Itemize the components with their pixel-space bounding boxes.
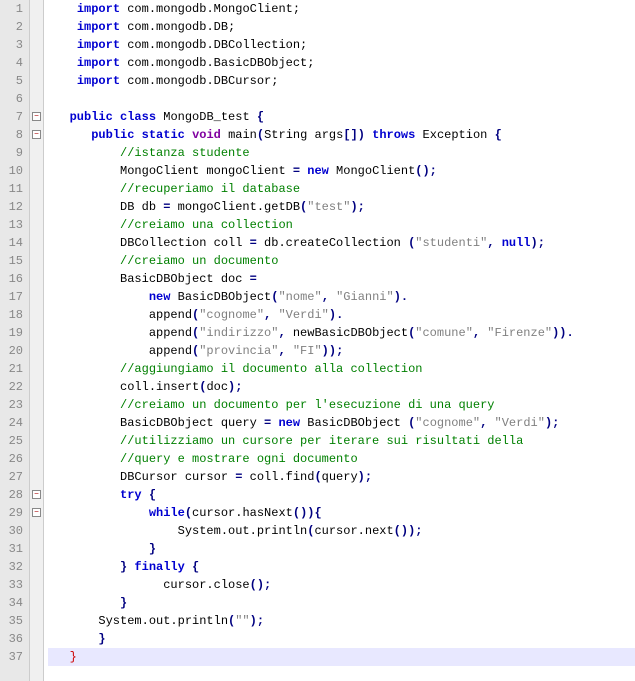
code-line[interactable]: DB db = mongoClient.getDB("test"); [48, 198, 635, 216]
line-number: 2 [0, 18, 23, 36]
line-number: 15 [0, 252, 23, 270]
line-number: 8 [0, 126, 23, 144]
fold-toggle[interactable]: − [32, 130, 41, 139]
code-line[interactable]: import com.mongodb.BasicDBObject; [48, 54, 635, 72]
code-line[interactable]: while(cursor.hasNext()){ [48, 504, 635, 522]
line-number: 30 [0, 522, 23, 540]
code-line[interactable]: //utilizziamo un cursore per iterare sui… [48, 432, 635, 450]
code-line[interactable]: //aggiungiamo il documento alla collecti… [48, 360, 635, 378]
code-line[interactable]: import com.mongodb.DBCollection; [48, 36, 635, 54]
line-number: 13 [0, 216, 23, 234]
line-number: 24 [0, 414, 23, 432]
line-number: 31 [0, 540, 23, 558]
line-number: 9 [0, 144, 23, 162]
line-number: 6 [0, 90, 23, 108]
code-line[interactable]: import com.mongodb.DBCursor; [48, 72, 635, 90]
line-number: 3 [0, 36, 23, 54]
code-line[interactable]: DBCursor cursor = coll.find(query); [48, 468, 635, 486]
fold-toggle[interactable]: − [32, 112, 41, 121]
line-number: 33 [0, 576, 23, 594]
line-number: 19 [0, 324, 23, 342]
code-line[interactable]: import com.mongodb.DB; [48, 18, 635, 36]
line-number: 35 [0, 612, 23, 630]
code-line[interactable]: DBCollection coll = db.createCollection … [48, 234, 635, 252]
code-line[interactable]: import com.mongodb.MongoClient; [48, 0, 635, 18]
line-number: 27 [0, 468, 23, 486]
code-line[interactable]: public class MongoDB_test { [48, 108, 635, 126]
code-line[interactable]: //recuperiamo il database [48, 180, 635, 198]
line-number: 17 [0, 288, 23, 306]
fold-toggle[interactable]: − [32, 490, 41, 499]
line-number: 10 [0, 162, 23, 180]
code-line[interactable]: } [48, 540, 635, 558]
line-number: 23 [0, 396, 23, 414]
code-line[interactable]: BasicDBObject doc = [48, 270, 635, 288]
line-number: 25 [0, 432, 23, 450]
code-line[interactable]: new BasicDBObject("nome", "Gianni"). [48, 288, 635, 306]
line-number: 5 [0, 72, 23, 90]
line-number: 29 [0, 504, 23, 522]
line-number: 1 [0, 0, 23, 18]
line-number: 4 [0, 54, 23, 72]
line-number: 34 [0, 594, 23, 612]
line-number: 36 [0, 630, 23, 648]
code-line[interactable]: append("provincia", "FI")); [48, 342, 635, 360]
code-line[interactable]: //creiamo un documento [48, 252, 635, 270]
line-number: 22 [0, 378, 23, 396]
code-line[interactable]: //query e mostrare ogni documento [48, 450, 635, 468]
code-line[interactable]: cursor.close(); [48, 576, 635, 594]
line-number: 32 [0, 558, 23, 576]
code-line[interactable]: MongoClient mongoClient = new MongoClien… [48, 162, 635, 180]
line-number: 37 [0, 648, 23, 666]
fold-gutter: − − − − [30, 0, 44, 681]
code-line[interactable]: //creiamo una collection [48, 216, 635, 234]
line-number-gutter: 1234567891011121314151617181920212223242… [0, 0, 30, 681]
code-line[interactable] [48, 90, 635, 108]
line-number: 26 [0, 450, 23, 468]
code-line[interactable]: BasicDBObject query = new BasicDBObject … [48, 414, 635, 432]
code-line[interactable]: } [48, 648, 635, 666]
code-line[interactable]: System.out.println(cursor.next()); [48, 522, 635, 540]
line-number: 16 [0, 270, 23, 288]
code-line[interactable]: public static void main(String args[]) t… [48, 126, 635, 144]
code-line[interactable]: coll.insert(doc); [48, 378, 635, 396]
line-number: 7 [0, 108, 23, 126]
line-number: 11 [0, 180, 23, 198]
code-line[interactable]: } [48, 630, 635, 648]
line-number: 12 [0, 198, 23, 216]
code-line[interactable]: } finally { [48, 558, 635, 576]
line-number: 18 [0, 306, 23, 324]
code-line[interactable]: append("cognome", "Verdi"). [48, 306, 635, 324]
line-number: 20 [0, 342, 23, 360]
fold-toggle[interactable]: − [32, 508, 41, 517]
code-line[interactable]: append("indirizzo", newBasicDBObject("co… [48, 324, 635, 342]
code-line[interactable]: } [48, 594, 635, 612]
line-number: 21 [0, 360, 23, 378]
code-line[interactable]: try { [48, 486, 635, 504]
code-line[interactable]: //creiamo un documento per l'esecuzione … [48, 396, 635, 414]
line-number: 14 [0, 234, 23, 252]
code-line[interactable]: //istanza studente [48, 144, 635, 162]
code-line[interactable]: System.out.println(""); [48, 612, 635, 630]
line-number: 28 [0, 486, 23, 504]
code-editor[interactable]: import com.mongodb.MongoClient; import c… [44, 0, 635, 681]
